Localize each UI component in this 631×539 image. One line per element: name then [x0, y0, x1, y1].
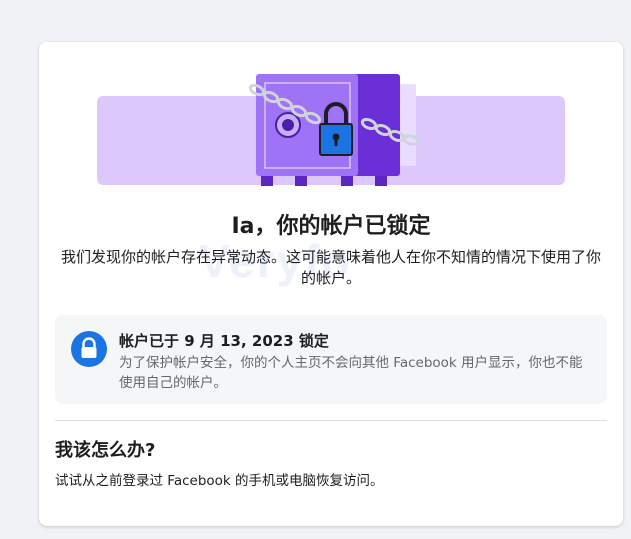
page-title: Ia，你的帐户已锁定 [231, 214, 431, 239]
safe-door-edge [400, 84, 416, 166]
padlock-keyhole-slot [334, 138, 338, 146]
help-text: 试试从之前登录过 Facebook 的手机或电脑恢复访问。 [55, 473, 384, 489]
locked-safe-illustration [97, 74, 565, 186]
divider [55, 420, 607, 421]
help-heading: 我该怎么办? [55, 440, 156, 461]
notice-title: 帐户已于 9 月 13, 2023 锁定 [119, 332, 329, 350]
page-subtitle: 我们发现你的帐户存在异常动态。这可能意味着他人在你不知情的情况下使用了你的帐户。 [60, 248, 601, 287]
notice-description: 为了保护帐户安全，你的个人主页不会向其他 Facebook 用户显示，你也不能使… [119, 355, 583, 391]
lock-notice: 帐户已于 9 月 13, 2023 锁定 为了保护帐户安全，你的个人主页不会向其… [55, 315, 607, 404]
locked-account-card: Veryfo Ia，你的帐户已锁定 我们发现你的帐户存在异常动态。这可能意味着他… [39, 42, 623, 526]
safe-dial-center [282, 119, 294, 131]
lock-icon [71, 331, 107, 367]
